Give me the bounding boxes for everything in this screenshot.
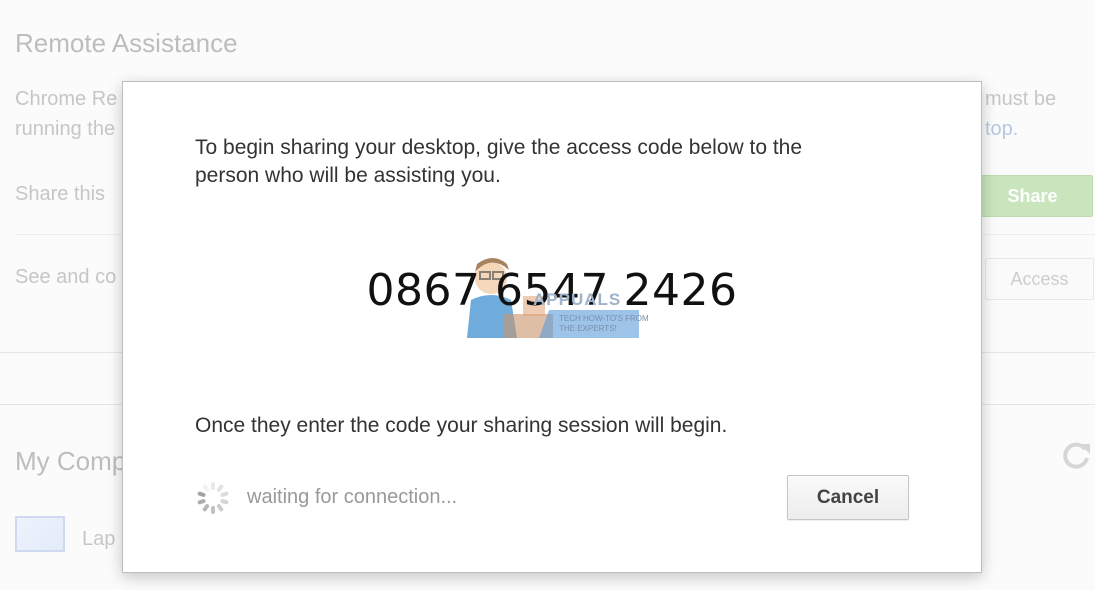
- remote-assistance-description: Chrome Re running the: [15, 84, 125, 144]
- computer-item-label[interactable]: Lap: [82, 528, 115, 551]
- loading-spinner-icon: [197, 482, 229, 514]
- instructions-line-1: To begin sharing your desktop, give the …: [195, 136, 803, 159]
- share-button[interactable]: Share: [972, 175, 1093, 217]
- watermark-tagline-line-1: TECH HOW-TO'S FROM: [559, 314, 649, 323]
- description-line-1-end: must be: [985, 88, 1057, 110]
- share-row-label: Share this: [15, 183, 106, 205]
- cancel-button[interactable]: Cancel: [787, 475, 909, 520]
- desktop-link[interactable]: top.: [985, 114, 1056, 144]
- access-button[interactable]: Access: [985, 258, 1094, 300]
- session-note: Once they enter the code your sharing se…: [195, 414, 728, 437]
- access-row-label: See and co: [15, 266, 117, 288]
- section-title-remote-assistance: Remote Assistance: [15, 28, 238, 58]
- connection-status: waiting for connection...: [247, 486, 458, 508]
- watermark-tagline-line-2: THE EXPERTS!: [559, 324, 617, 333]
- share-desktop-dialog: To begin sharing your desktop, give the …: [122, 81, 982, 573]
- instructions-line-2: person who will be assisting you.: [195, 164, 501, 187]
- refresh-icon[interactable]: [1060, 440, 1092, 472]
- remote-assistance-description-right: must be top.: [985, 84, 1056, 144]
- dialog-instructions: To begin sharing your desktop, give the …: [195, 134, 895, 190]
- laptop-icon[interactable]: [15, 516, 65, 552]
- description-line-1: Chrome Re: [15, 88, 118, 110]
- watermark-tagline: TECH HOW-TO'S FROM THE EXPERTS!: [559, 314, 649, 334]
- watermark-brand: APPUALS: [533, 290, 622, 309]
- section-title-my-computers: My Comp: [15, 446, 127, 476]
- description-line-2: running the: [15, 118, 116, 140]
